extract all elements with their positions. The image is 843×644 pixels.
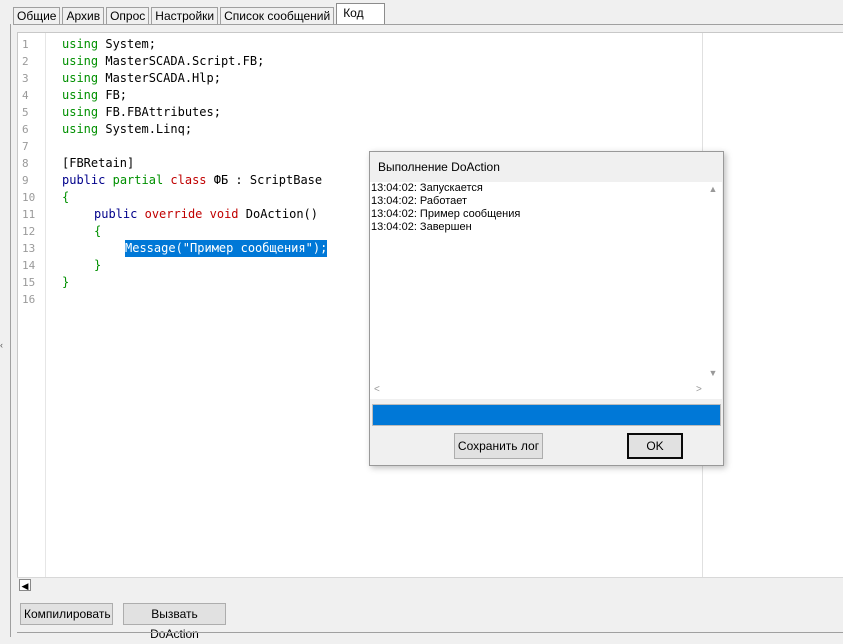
code-line: 14} — [18, 257, 101, 274]
log-vertical-scrollbar[interactable]: ▲ ▼ — [706, 182, 720, 399]
keyword: using — [62, 71, 99, 85]
code-text: FB.FBAttributes; — [98, 105, 221, 119]
tab-general[interactable]: Общие — [13, 7, 61, 24]
doaction-dialog: Выполнение DoAction 13:04:02: Запускаетс… — [369, 151, 724, 466]
code-line: 9 public partial class ФБ : ScriptBase — [18, 172, 322, 189]
tab-settings[interactable]: Настройки — [151, 7, 219, 24]
keyword: using — [62, 105, 99, 119]
code-area[interactable]: 1 using System; 2 using MasterSCADA.Script… — [18, 36, 328, 308]
keyword: using — [62, 88, 99, 102]
line-number: 1 — [22, 38, 29, 51]
progress-fill — [373, 405, 720, 425]
line-number: 3 — [22, 72, 29, 85]
horizontal-scrollbar[interactable]: ◀ — [17, 577, 843, 592]
code-text: MasterSCADA.Script.FB; — [98, 54, 265, 68]
progress-bar — [372, 404, 721, 426]
log-entry: 13:04:02: Завершен — [371, 221, 472, 233]
line-number: 9 — [22, 174, 29, 187]
line-number: 11 — [22, 208, 36, 221]
log-entry: 13:04:02: Работает — [371, 195, 468, 207]
left-border — [10, 24, 11, 637]
tab-code[interactable]: Код — [336, 3, 385, 24]
line-number: 5 — [22, 106, 29, 119]
selected-code-text[interactable]: Message("Пример сообщения"); — [125, 240, 328, 257]
log-list[interactable]: 13:04:02: Запускается 13:04:02: Работает… — [370, 182, 722, 399]
line-number: 7 — [22, 140, 29, 153]
save-log-button[interactable]: Сохранить лог — [454, 433, 543, 459]
code-text: FB; — [98, 88, 128, 102]
gutter-divider — [45, 33, 46, 578]
tab-strip: Общие Архив Опрос Настройки Список сообщ… — [13, 3, 387, 24]
keyword: override — [144, 207, 203, 221]
bottom-divider — [17, 632, 843, 633]
keyword: partial — [112, 173, 164, 187]
code-text: { — [62, 190, 70, 204]
dialog-title: Выполнение DoAction — [378, 160, 500, 174]
line-number: 16 — [22, 293, 36, 306]
code-line: 3 using MasterSCADA.Hlp; — [18, 70, 221, 87]
collapse-left-icon[interactable]: ‹ — [0, 340, 3, 350]
line-number: 12 — [22, 225, 36, 238]
log-entry: 13:04:02: Запускается — [371, 182, 483, 194]
code-line: 5 using FB.FBAttributes; — [18, 104, 221, 121]
line-number: 6 — [22, 123, 29, 136]
keyword: using — [62, 37, 99, 51]
code-line: 4 using FB; — [18, 87, 127, 104]
tab-messages[interactable]: Список сообщений — [220, 7, 335, 24]
code-line: 11 public override void DoAction() — [18, 206, 318, 223]
line-number: 15 — [22, 276, 36, 289]
code-text: [FBRetain] — [62, 156, 135, 170]
code-line: 6 using System.Linq; — [18, 121, 192, 138]
keyword: void — [209, 207, 239, 221]
line-number: 14 — [22, 259, 36, 272]
call-doaction-button[interactable]: Вызвать DoAction — [123, 603, 226, 641]
line-number: 4 — [22, 89, 29, 102]
code-line: 1 using System; — [18, 36, 156, 53]
line-number: 10 — [22, 191, 36, 204]
tab-polling[interactable]: Опрос — [106, 7, 150, 24]
code-text: } — [94, 258, 102, 272]
line-number: 13 — [22, 242, 36, 255]
code-text: DoAction() — [238, 207, 319, 221]
compile-button[interactable]: Компилировать — [20, 603, 113, 625]
code-text: System; — [98, 37, 156, 51]
tab-archive[interactable]: Архив — [62, 7, 105, 24]
scroll-left-icon[interactable]: < — [374, 384, 380, 395]
keyword: public — [94, 207, 138, 221]
code-text: MasterSCADA.Hlp; — [98, 71, 221, 85]
keyword: using — [62, 122, 99, 136]
ok-button[interactable]: OK — [627, 433, 683, 459]
code-line: 2 using MasterSCADA.Script.FB; — [18, 53, 264, 70]
code-line: 15} — [18, 274, 69, 291]
keyword: public — [62, 173, 106, 187]
line-number: 2 — [22, 55, 29, 68]
code-line: 16 — [18, 291, 36, 308]
code-line: 12 { — [18, 223, 101, 240]
keyword: using — [62, 54, 99, 68]
code-text: ФБ : ScriptBase — [206, 173, 323, 187]
code-line: 13 Message("Пример сообщения"); — [18, 240, 328, 257]
tab-divider — [13, 24, 843, 25]
code-line: 7 — [18, 138, 36, 155]
code-line: 10 { — [18, 189, 69, 206]
code-text: } — [62, 275, 70, 289]
scroll-right-icon[interactable]: > — [696, 384, 702, 395]
keyword: class — [170, 173, 207, 187]
code-line: 8 [FBRetain] — [18, 155, 134, 172]
code-text: System.Linq; — [98, 122, 193, 136]
scroll-left-icon[interactable]: ◀ — [19, 579, 31, 591]
scroll-up-icon[interactable]: ▲ — [706, 184, 720, 194]
log-horizontal-scrollbar[interactable]: < > — [370, 384, 708, 398]
scroll-down-icon[interactable]: ▼ — [706, 368, 720, 378]
log-entry: 13:04:02: Пример сообщения — [371, 208, 521, 220]
code-text: { — [94, 224, 102, 238]
line-number: 8 — [22, 157, 29, 170]
